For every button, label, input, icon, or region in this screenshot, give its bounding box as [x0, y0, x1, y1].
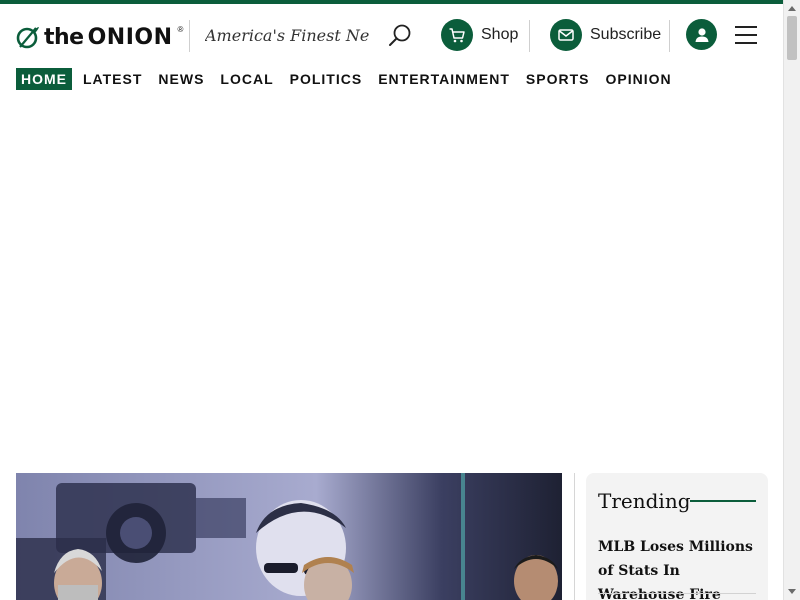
trending-title: Trending	[598, 489, 691, 513]
scrollbar-thumb[interactable]	[787, 16, 797, 60]
trending-panel: Trending MLB Loses Millions of Stats In …	[586, 473, 768, 600]
scroll-up-arrow[interactable]	[784, 0, 800, 16]
onion-logo-icon	[16, 27, 39, 49]
chevron-up-icon	[788, 6, 796, 11]
page: the ONION ® America's Finest Ne... Shop …	[0, 4, 783, 600]
nav-item-home[interactable]: HOME	[16, 68, 72, 90]
site-logo[interactable]: the ONION ®	[16, 22, 183, 52]
ad-space	[0, 104, 783, 464]
header-divider	[529, 20, 530, 52]
hero-article-image[interactable]	[16, 473, 562, 600]
nav-item-sports[interactable]: SPORTS	[521, 68, 595, 90]
nav-item-latest[interactable]: LATEST	[78, 68, 147, 90]
logo-text-the: the	[44, 24, 84, 50]
mail-icon	[558, 29, 574, 41]
header-divider	[669, 20, 670, 52]
cart-icon	[449, 28, 465, 43]
search-icon	[389, 24, 411, 46]
logo-text-onion: ONION	[87, 24, 173, 50]
header-divider	[189, 20, 190, 52]
nav-item-local[interactable]: LOCAL	[215, 68, 278, 90]
user-icon	[695, 27, 708, 42]
main-nav: HOME LATEST NEWS LOCAL POLITICS ENTERTAINMENT…	[16, 68, 683, 90]
column-divider	[574, 473, 575, 600]
chevron-down-icon	[788, 589, 796, 594]
nav-item-news[interactable]: NEWS	[153, 68, 209, 90]
shop-label[interactable]: Shop	[481, 26, 518, 44]
page-scrollbar[interactable]	[783, 0, 800, 600]
hamburger-menu-button[interactable]	[735, 26, 757, 46]
search-button[interactable]	[386, 22, 414, 50]
hamburger-icon	[735, 26, 757, 44]
nav-item-opinion[interactable]: OPINION	[601, 68, 677, 90]
hero-photo	[16, 473, 562, 600]
registered-mark: ®	[177, 24, 184, 34]
subscribe-button[interactable]	[550, 19, 582, 51]
trending-title-rule	[690, 500, 756, 502]
tagline: America's Finest Ne...	[205, 26, 370, 45]
nav-item-politics[interactable]: POLITICS	[285, 68, 368, 90]
account-button[interactable]	[686, 19, 717, 50]
subscribe-label[interactable]: Subscribe	[590, 26, 661, 44]
trending-item[interactable]: MLB Loses Millions of Stats In Warehouse…	[598, 535, 758, 600]
nav-item-entertainment[interactable]: ENTERTAINMENT	[373, 68, 515, 90]
shop-button[interactable]	[441, 19, 473, 51]
scroll-down-arrow[interactable]	[784, 584, 800, 600]
trending-separator	[598, 593, 756, 594]
